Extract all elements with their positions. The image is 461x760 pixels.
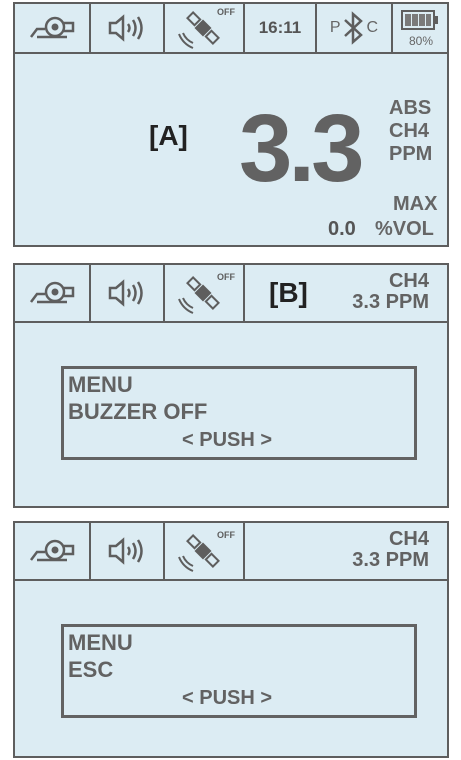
svg-text:OFF: OFF	[217, 530, 235, 540]
speaker-icon	[91, 523, 165, 579]
speaker-icon	[91, 4, 165, 52]
pump-icon	[15, 4, 91, 52]
menu-title: MENU	[68, 630, 133, 655]
reading-unit: PPM	[385, 291, 429, 313]
speaker-icon	[91, 265, 165, 321]
battery-percent: 80%	[408, 34, 434, 48]
status-reading: CH4 3.3 PPM	[352, 271, 429, 313]
screen-a: OFF 16:11 P C 80% [A] 3.3 ABS CH4 PPM MA…	[13, 2, 449, 247]
gas-reading: 3.3	[239, 95, 364, 202]
reading-value: 3.3	[352, 549, 381, 571]
status-reading: CH4 3.3 PPM	[352, 529, 429, 571]
menu-title: MENU	[68, 372, 133, 397]
battery-icon	[401, 10, 438, 30]
gps-off-icon: OFF	[165, 4, 245, 52]
gps-off-icon: OFF	[165, 265, 245, 321]
time-label: 16:11	[258, 18, 302, 37]
svg-text:OFF: OFF	[217, 272, 235, 282]
menu-box[interactable]: MENU ESC < PUSH >	[61, 624, 417, 718]
max-unit: %VOL	[375, 218, 434, 240]
gps-off-icon: OFF	[165, 523, 245, 579]
label-tag-a: [A]	[149, 120, 188, 151]
push-prompt[interactable]: < PUSH >	[182, 687, 272, 710]
bluetooth-icon	[343, 11, 363, 45]
bt-left-label: P	[329, 19, 341, 36]
menu-item[interactable]: ESC	[68, 657, 113, 683]
unit-abs: ABS	[389, 97, 432, 119]
unit-ppm: PPM	[389, 143, 433, 165]
menu-box[interactable]: MENU BUZZER OFF < PUSH >	[61, 366, 417, 460]
gas-name: CH4	[388, 270, 429, 292]
max-label: MAX	[393, 193, 438, 215]
clock: 16:11	[245, 4, 317, 52]
status-bar: OFF 16:11 P C 80%	[15, 4, 447, 54]
pump-icon	[15, 265, 91, 321]
max-value: 0.0	[328, 218, 356, 240]
status-bar: OFF CH4 3.3 PPM	[15, 523, 447, 581]
reading-value: 3.3	[352, 291, 381, 313]
pump-icon	[15, 523, 91, 579]
svg-text:OFF: OFF	[217, 7, 235, 17]
label-tag-b: [B]	[269, 277, 308, 308]
status-bar: OFF [B] CH4 3.3 PPM	[15, 265, 447, 323]
screen-b: OFF [B] CH4 3.3 PPM MENU BUZZER OFF < PU…	[13, 263, 449, 508]
menu-item[interactable]: BUZZER OFF	[68, 399, 207, 425]
push-prompt[interactable]: < PUSH >	[182, 429, 272, 452]
screen-c: OFF CH4 3.3 PPM MENU ESC < PUSH >	[13, 521, 449, 758]
bt-right-label: C	[366, 19, 379, 36]
reading-unit: PPM	[385, 549, 429, 571]
unit-gas: CH4	[389, 120, 430, 142]
battery: 80%	[393, 4, 449, 52]
gas-name: CH4	[388, 528, 429, 550]
bluetooth-status: P C	[317, 4, 393, 52]
